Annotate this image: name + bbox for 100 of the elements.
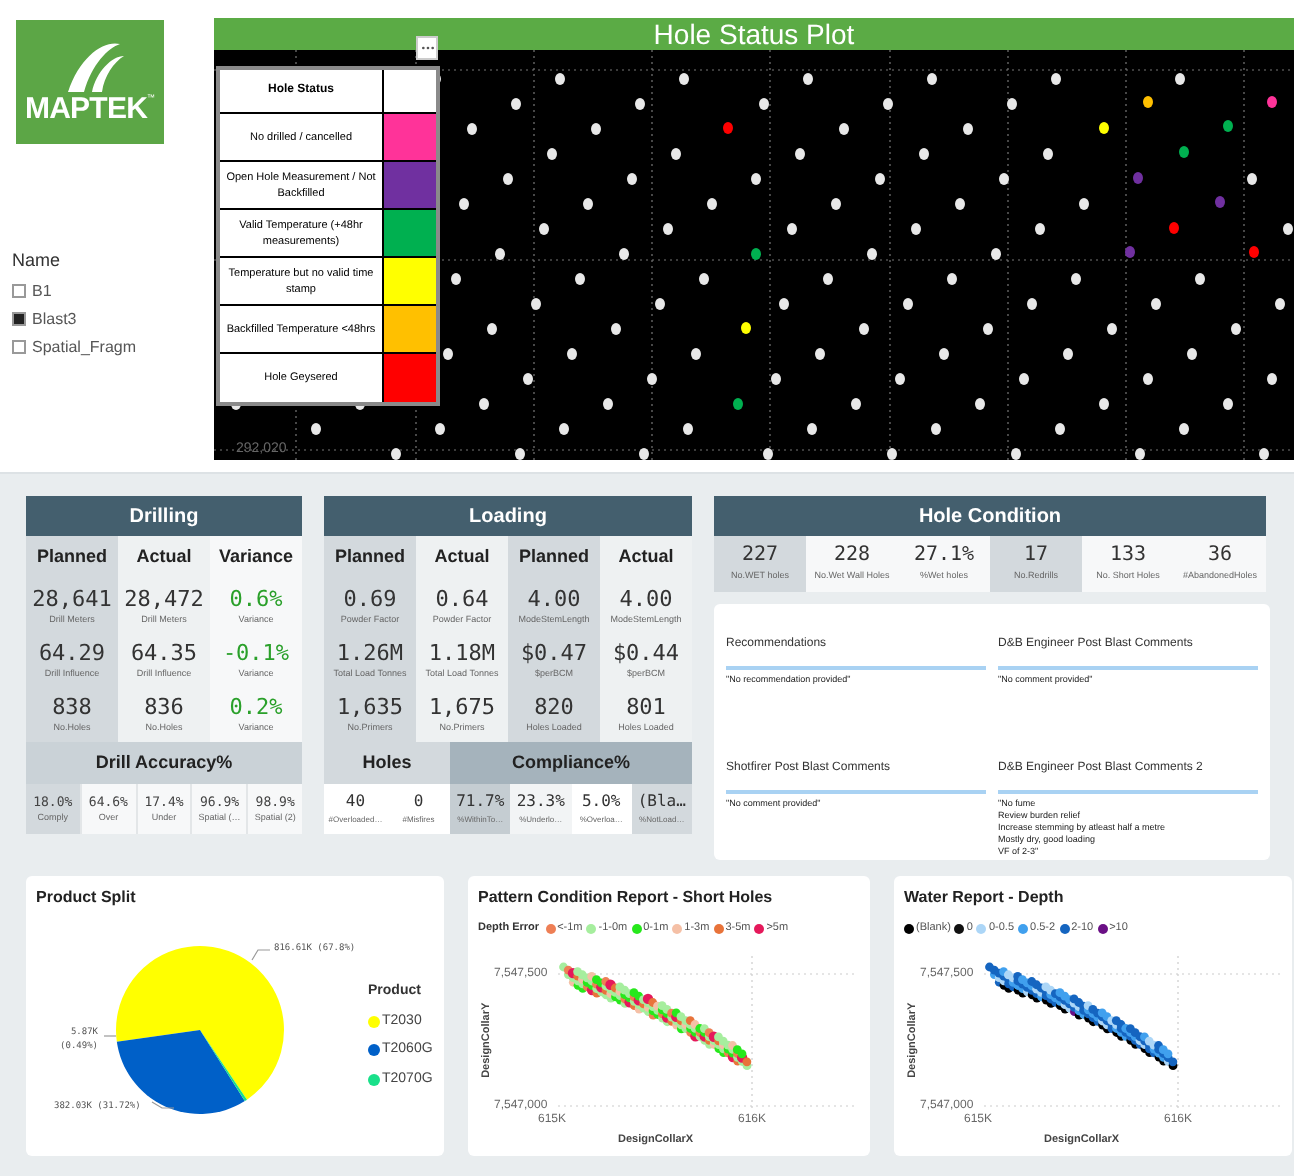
hole-dot: [1267, 96, 1277, 108]
metric-value: $0.47: [520, 642, 588, 665]
column-header: Planned: [36, 544, 107, 571]
hole-dot: [1151, 298, 1161, 310]
hole-dot: [883, 98, 893, 110]
hole-dot: [771, 373, 781, 385]
metric-value: 228: [833, 546, 871, 567]
hole-dot: [983, 323, 993, 335]
more-options-button[interactable]: [416, 36, 438, 60]
section-title: Compliance%: [511, 749, 630, 776]
metric-value: 17: [1023, 546, 1049, 567]
metric-value: 64.29: [38, 642, 106, 665]
hole-dot: [627, 173, 637, 185]
metric-value: 0: [413, 794, 424, 810]
hole-dot: [495, 248, 505, 260]
hole-dot: [511, 98, 521, 110]
hole-dot: [939, 348, 949, 360]
hole-dot: [707, 198, 717, 210]
hole-dot: [671, 148, 681, 160]
hole-dot: [603, 398, 613, 410]
hole-dot: [591, 123, 601, 135]
hole-dot: [759, 98, 769, 110]
hole-dot: [1079, 198, 1089, 210]
section-title: Holes: [362, 749, 412, 776]
metric-value: 71.7%: [456, 794, 505, 810]
hole-dot: [1027, 298, 1037, 310]
checkbox[interactable]: [12, 340, 26, 354]
hole-dot: [1275, 298, 1285, 310]
hole-dot: [1043, 148, 1053, 160]
hole-dot: [611, 323, 621, 335]
hole-dot: [927, 73, 937, 85]
hole-dot: [931, 423, 941, 435]
hole-dot: [567, 348, 577, 360]
hole-dot: [1035, 223, 1045, 235]
slicer-item[interactable]: Blast3: [12, 307, 214, 331]
hole-dot: [655, 298, 665, 310]
section-title: Drill Accuracy%: [95, 749, 233, 776]
hole-dot: [911, 223, 921, 235]
hole-dot: [619, 248, 629, 260]
hole-dot: [1223, 120, 1233, 132]
hole-dot: [1099, 398, 1109, 410]
metric-value: 0.2%: [229, 696, 283, 719]
hole-dot: [583, 198, 593, 210]
metric-value: 1.26M: [336, 642, 404, 665]
checkbox[interactable]: [12, 284, 26, 298]
hole-dot: [1071, 273, 1081, 285]
hole-dot: [787, 223, 797, 235]
hole-dot: [1011, 448, 1021, 460]
hole-dot: [1215, 196, 1225, 208]
hole-dot: [391, 448, 401, 460]
hole-dot: [875, 173, 885, 185]
hole-dot: [679, 73, 689, 85]
chart-title: Water Report - Depth: [904, 886, 1066, 910]
hole-dot: [1019, 373, 1029, 385]
metric-value: 801: [626, 696, 666, 719]
hole-dot: [531, 298, 541, 310]
slicer-title: Name: [12, 248, 63, 274]
hole-dot: [887, 448, 897, 460]
checkbox[interactable]: [12, 312, 26, 326]
hole-dot: [559, 423, 569, 435]
metric-value: 28,641: [32, 588, 112, 611]
column-header: Planned: [518, 544, 589, 571]
hole-dot: [523, 373, 533, 385]
hole-dot: [1267, 373, 1277, 385]
hole-dot: [751, 173, 761, 185]
hole-dot: [807, 423, 817, 435]
metric-value: 0.69: [343, 588, 397, 611]
hole-dot: [963, 123, 973, 135]
column-header: Actual: [434, 544, 490, 571]
hole-dot: [851, 398, 861, 410]
hole-dot: [1179, 146, 1189, 158]
metric-value: $0.44: [612, 642, 680, 665]
metric-value: 0.64: [435, 588, 489, 611]
hole-dot: [1063, 348, 1073, 360]
hole-dot: [1135, 448, 1145, 460]
metric-value: 40: [345, 794, 366, 810]
hole-dot: [975, 398, 985, 410]
hole-dot: [999, 173, 1009, 185]
slicer-item[interactable]: B1: [12, 279, 214, 303]
hole-dot: [1283, 223, 1293, 235]
hole-dot: [741, 322, 751, 334]
hole-dot: [467, 123, 477, 135]
hole-dot: [539, 223, 549, 235]
card-title: Hole Condition: [918, 503, 1062, 531]
hole-dot: [1125, 246, 1135, 258]
metric-value: 838: [52, 696, 92, 719]
metric-value: 5.0%: [581, 794, 621, 810]
hole-dot: [515, 448, 525, 460]
column-header: Planned: [334, 544, 405, 571]
slicer-item[interactable]: Spatial_Fragm: [12, 335, 214, 359]
column-header: Actual: [618, 544, 674, 571]
hole-dot: [1179, 423, 1189, 435]
hole-dot: [867, 248, 877, 260]
hole-dot: [1051, 73, 1061, 85]
metric-value: 36: [1207, 546, 1233, 567]
hole-dot: [795, 148, 805, 160]
hole-dot: [779, 298, 789, 310]
hole-dot: [683, 423, 693, 435]
hole-dot: [803, 73, 813, 85]
hole-dot: [451, 273, 461, 285]
